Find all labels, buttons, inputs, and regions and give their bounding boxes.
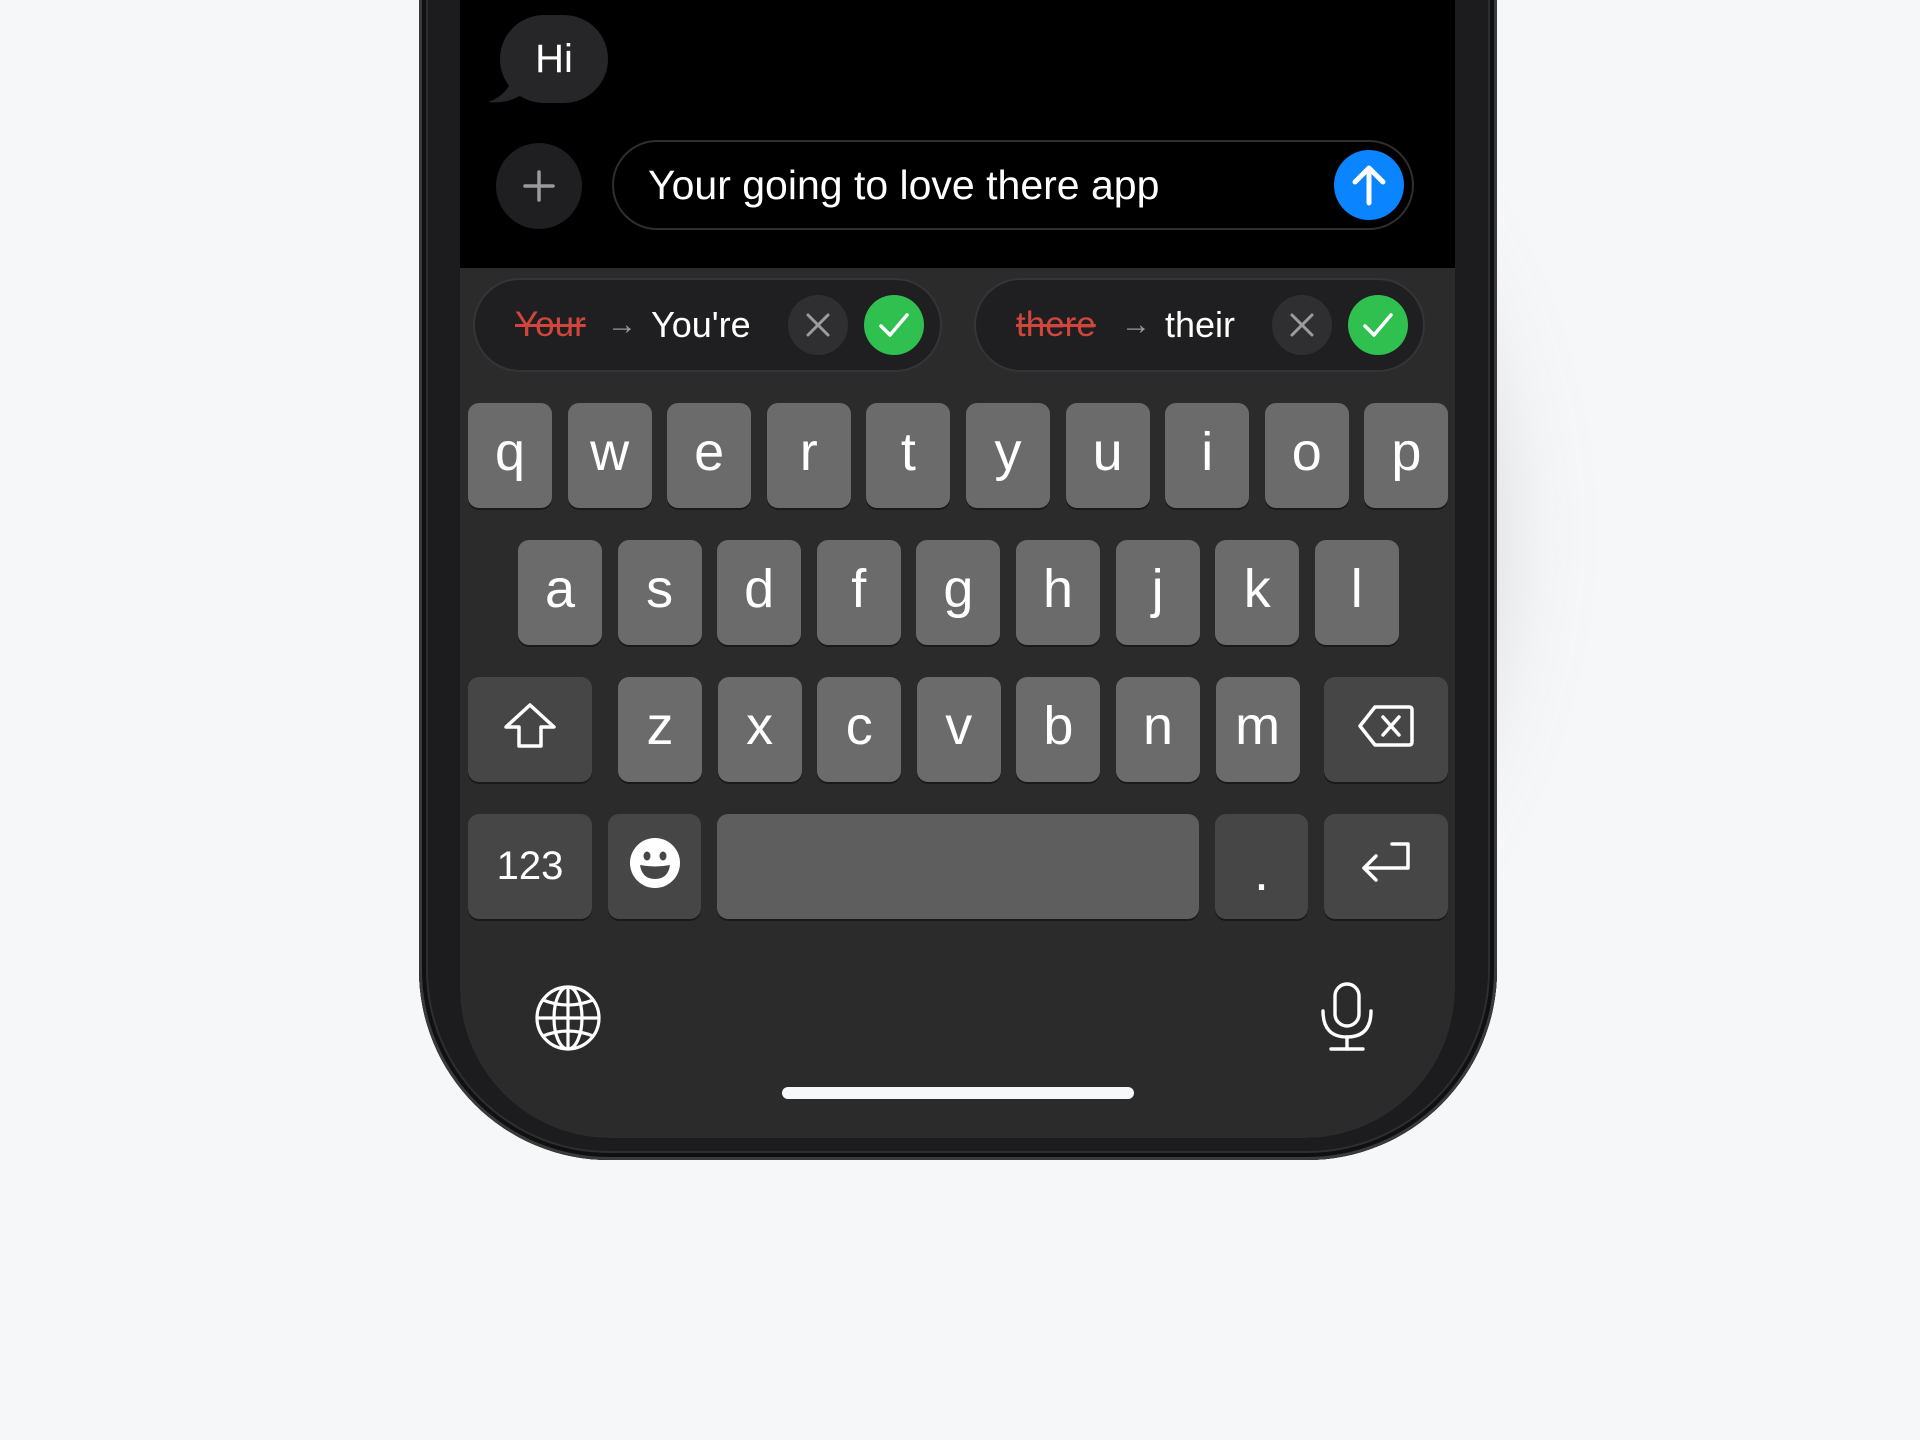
key-g[interactable]: g <box>916 540 1001 645</box>
key-label: c <box>845 695 873 756</box>
globe-icon[interactable] <box>534 984 602 1052</box>
suggestion-replacement: You're <box>651 304 751 345</box>
key-label: v <box>945 695 973 756</box>
return-key[interactable] <box>1324 814 1448 919</box>
key-h[interactable]: h <box>1016 540 1100 645</box>
key-label: s <box>646 558 674 619</box>
key-z[interactable]: z <box>618 677 702 782</box>
key-label: e <box>694 421 725 482</box>
key-t[interactable]: t <box>866 403 951 508</box>
key-label: k <box>1243 558 1271 619</box>
shift-icon <box>504 702 556 748</box>
arrow-right-icon: → <box>1121 308 1151 341</box>
key-label: o <box>1291 421 1322 482</box>
message-text: Hi <box>535 36 573 81</box>
key-o[interactable]: o <box>1264 403 1349 508</box>
key-label: f <box>851 558 867 619</box>
accept-suggestion-button[interactable] <box>1348 295 1408 355</box>
key-label: n <box>1142 695 1174 756</box>
x-icon <box>1290 313 1314 337</box>
key-f[interactable]: f <box>816 540 901 645</box>
key-y[interactable]: y <box>966 403 1050 508</box>
emoji-icon <box>629 837 680 888</box>
key-label: l <box>1350 558 1363 619</box>
key-v[interactable]: v <box>916 677 1001 782</box>
key-l[interactable]: l <box>1314 540 1399 645</box>
key-label: g <box>943 558 974 619</box>
key-label: j <box>1151 558 1164 619</box>
dismiss-suggestion-button[interactable] <box>788 295 848 355</box>
key-label: u <box>1092 421 1123 482</box>
bubble-tail <box>488 62 530 103</box>
period-key-label: . <box>1253 842 1269 902</box>
period-key[interactable]: . <box>1215 814 1308 919</box>
key-label: w <box>590 421 630 482</box>
suggestion-original: there <box>1016 305 1096 344</box>
key-label: y <box>994 421 1022 482</box>
arrow-right-icon: → <box>607 308 637 341</box>
key-label: t <box>900 421 916 482</box>
key-d[interactable]: d <box>717 540 802 645</box>
numbers-key[interactable]: 123 <box>468 814 592 919</box>
key-i[interactable]: i <box>1165 403 1250 508</box>
phone-screen: Hi Your going to love there app Your → Y… <box>460 0 1455 1138</box>
check-icon <box>1363 313 1393 337</box>
key-k[interactable]: k <box>1215 540 1300 645</box>
plus-icon <box>523 170 555 202</box>
x-icon <box>806 313 830 337</box>
space-key[interactable] <box>717 814 1199 919</box>
key-b[interactable]: b <box>1016 677 1101 782</box>
key-label: a <box>544 558 576 619</box>
accept-suggestion-button[interactable] <box>864 295 924 355</box>
home-indicator[interactable] <box>782 1087 1134 1099</box>
backspace-icon <box>1358 704 1414 747</box>
key-r[interactable]: r <box>766 403 851 508</box>
emoji-key[interactable] <box>608 814 701 919</box>
message-input-value: Your going to love there app <box>648 162 1160 208</box>
key-label: d <box>744 558 775 619</box>
key-label: i <box>1201 421 1214 482</box>
numbers-key-label: 123 <box>496 844 564 888</box>
key-label: p <box>1391 421 1422 482</box>
key-q[interactable]: q <box>468 403 552 508</box>
key-w[interactable]: w <box>567 403 652 508</box>
key-p[interactable]: p <box>1364 403 1449 508</box>
key-label: b <box>1043 695 1074 756</box>
key-e[interactable]: e <box>667 403 752 508</box>
key-u[interactable]: u <box>1065 403 1150 508</box>
key-label: r <box>799 421 818 482</box>
dismiss-suggestion-button[interactable] <box>1272 295 1332 355</box>
key-n[interactable]: n <box>1116 677 1200 782</box>
send-button[interactable] <box>1334 150 1404 220</box>
check-icon <box>879 313 909 337</box>
key-label: q <box>494 421 526 482</box>
return-icon <box>1362 841 1410 882</box>
key-label: m <box>1235 695 1281 756</box>
add-attachment-button[interactable] <box>496 143 582 229</box>
key-m[interactable]: m <box>1215 677 1300 782</box>
key-x[interactable]: x <box>717 677 802 782</box>
suggestion-chip[interactable]: there → their <box>974 278 1425 372</box>
suggestion-chip[interactable]: Your → You're <box>473 278 942 372</box>
backspace-key[interactable] <box>1324 677 1448 782</box>
shift-key[interactable] <box>468 677 592 782</box>
microphone-icon[interactable] <box>1317 981 1377 1053</box>
key-label: x <box>746 695 774 756</box>
key-label: z <box>646 695 674 756</box>
key-j[interactable]: j <box>1115 540 1200 645</box>
key-s[interactable]: s <box>617 540 702 645</box>
key-c[interactable]: c <box>817 677 902 782</box>
key-label: h <box>1042 558 1074 619</box>
message-input[interactable]: Your going to love there app <box>612 140 1414 230</box>
key-a[interactable]: a <box>518 540 602 645</box>
suggestion-original: Your <box>515 305 586 344</box>
suggestion-replacement: their <box>1165 304 1236 345</box>
arrow-up-icon <box>1352 165 1386 206</box>
keyboard: Your → You're there → their q w e r t y u i o p a… <box>460 268 1455 1138</box>
